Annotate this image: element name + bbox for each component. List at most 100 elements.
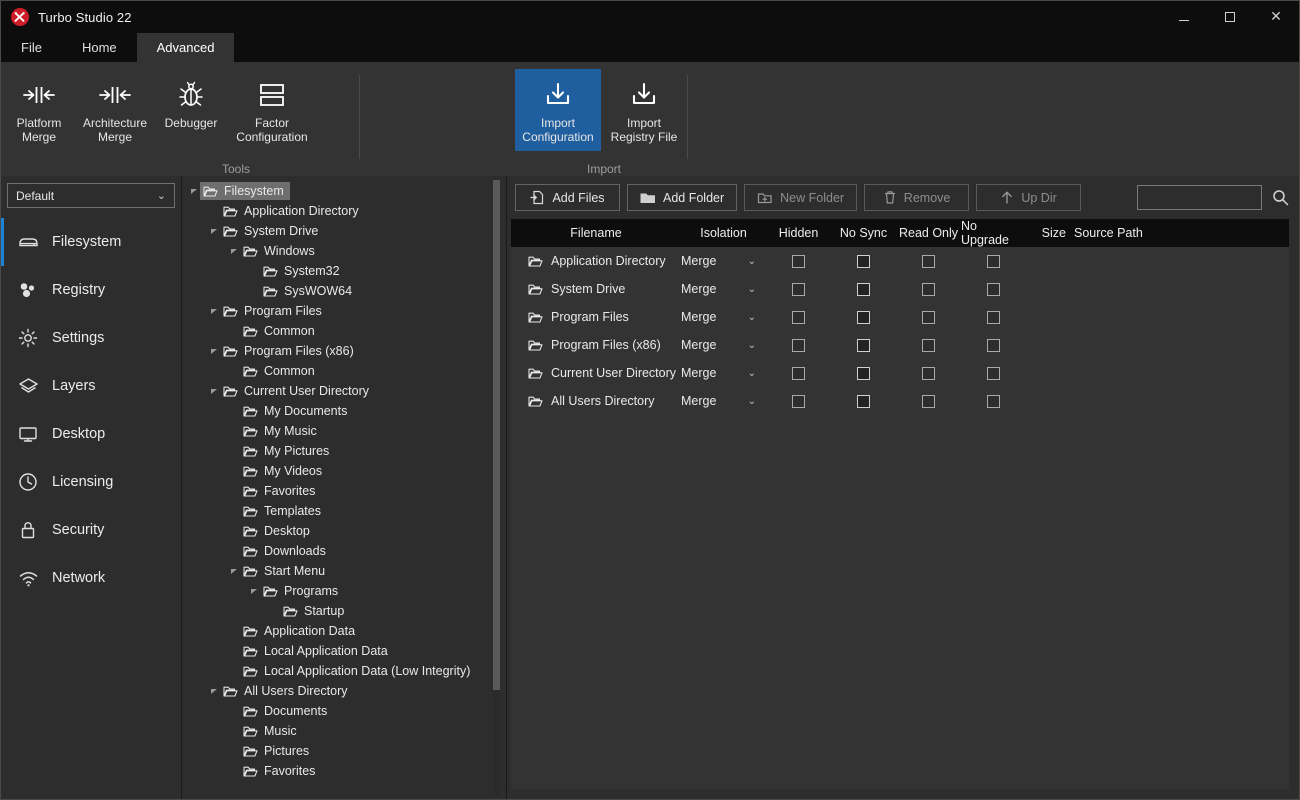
- tree-expander-icon[interactable]: [208, 687, 220, 695]
- checkbox-no-sync[interactable]: [857, 338, 870, 352]
- tree-node[interactable]: Documents: [182, 701, 506, 721]
- close-button[interactable]: ✕: [1253, 1, 1299, 33]
- search-icon[interactable]: [1272, 189, 1289, 206]
- sidebar-item-network[interactable]: Network: [1, 554, 181, 602]
- tree-node[interactable]: Local Application Data: [182, 641, 506, 661]
- column-header-filename[interactable]: Filename: [511, 226, 681, 240]
- tree-node[interactable]: My Music: [182, 421, 506, 441]
- column-header-size[interactable]: Size: [1026, 226, 1066, 240]
- minimize-button[interactable]: [1161, 1, 1207, 33]
- checkbox-no-sync[interactable]: [857, 282, 870, 296]
- column-header-read-only[interactable]: Read Only: [896, 226, 961, 240]
- sidebar-item-settings[interactable]: Settings: [1, 314, 181, 362]
- checkbox-no-upgrade[interactable]: [987, 254, 1000, 268]
- tree-expander-icon[interactable]: [248, 587, 260, 595]
- column-header-isolation[interactable]: Isolation: [681, 226, 766, 240]
- isolation-dropdown[interactable]: Merge ⌄: [681, 338, 766, 352]
- tree-node[interactable]: Application Directory: [182, 201, 506, 221]
- tree-expander-icon[interactable]: [228, 567, 240, 575]
- sidebar-item-desktop[interactable]: Desktop: [1, 410, 181, 458]
- ribbon-button-factor-configuration[interactable]: Factor Configuration: [229, 69, 315, 151]
- ribbon-button-debugger[interactable]: Debugger: [153, 69, 229, 151]
- tree-node[interactable]: Programs: [182, 581, 506, 601]
- tree-node[interactable]: Music: [182, 721, 506, 741]
- checkbox-read-only[interactable]: [922, 310, 935, 324]
- tree-node[interactable]: Common: [182, 361, 506, 381]
- remove-button[interactable]: Remove: [864, 184, 970, 211]
- checkbox-no-sync[interactable]: [857, 310, 870, 324]
- ribbon-button-platform-merge[interactable]: Platform Merge: [1, 69, 77, 151]
- checkbox-hidden[interactable]: [792, 366, 805, 380]
- profile-dropdown[interactable]: Default ⌄: [7, 183, 175, 208]
- ribbon-button-architecture-merge[interactable]: Architecture Merge: [77, 69, 153, 151]
- tree-node[interactable]: Current User Directory: [182, 381, 506, 401]
- tree-node[interactable]: My Videos: [182, 461, 506, 481]
- sidebar-item-registry[interactable]: Registry: [1, 266, 181, 314]
- search-box[interactable]: [1137, 185, 1262, 210]
- tab-home[interactable]: Home: [62, 33, 137, 62]
- table-row[interactable]: Application Directory Merge ⌄: [511, 247, 1289, 275]
- tree-node[interactable]: System Drive: [182, 221, 506, 241]
- checkbox-no-upgrade[interactable]: [987, 338, 1000, 352]
- table-row[interactable]: Program Files Merge ⌄: [511, 303, 1289, 331]
- maximize-button[interactable]: [1207, 1, 1253, 33]
- ribbon-button-import-registry-file[interactable]: Import Registry File: [601, 69, 687, 151]
- tree-node[interactable]: Templates: [182, 501, 506, 521]
- tree-node[interactable]: My Pictures: [182, 441, 506, 461]
- tree-expander-icon[interactable]: [208, 227, 220, 235]
- search-input[interactable]: [1138, 186, 1261, 209]
- sidebar-item-licensing[interactable]: Licensing: [1, 458, 181, 506]
- checkbox-hidden[interactable]: [792, 394, 805, 408]
- isolation-dropdown[interactable]: Merge ⌄: [681, 282, 766, 296]
- tree-node[interactable]: Windows: [182, 241, 506, 261]
- tree-node[interactable]: Common: [182, 321, 506, 341]
- tree-expander-icon[interactable]: [188, 187, 200, 195]
- column-header-source-path[interactable]: Source Path: [1066, 226, 1289, 240]
- tree-node[interactable]: Program Files: [182, 301, 506, 321]
- checkbox-no-sync[interactable]: [857, 394, 870, 408]
- checkbox-hidden[interactable]: [792, 254, 805, 268]
- sidebar-item-filesystem[interactable]: Filesystem: [1, 218, 181, 266]
- ribbon-button-import-configuration[interactable]: Import Configuration: [515, 69, 601, 151]
- checkbox-read-only[interactable]: [922, 254, 935, 268]
- tab-advanced[interactable]: Advanced: [136, 33, 235, 62]
- tree-scrollbar-thumb[interactable]: [493, 180, 500, 690]
- checkbox-read-only[interactable]: [922, 338, 935, 352]
- tree-node[interactable]: Program Files (x86): [182, 341, 506, 361]
- checkbox-no-upgrade[interactable]: [987, 282, 1000, 296]
- checkbox-no-sync[interactable]: [857, 254, 870, 268]
- tree-node[interactable]: Application Data: [182, 621, 506, 641]
- isolation-dropdown[interactable]: Merge ⌄: [681, 366, 766, 380]
- checkbox-read-only[interactable]: [922, 394, 935, 408]
- new-folder-button[interactable]: New Folder: [744, 184, 858, 211]
- tree-node[interactable]: System32: [182, 261, 506, 281]
- tree-node[interactable]: Favorites: [182, 481, 506, 501]
- tree-expander-icon[interactable]: [208, 347, 220, 355]
- isolation-dropdown[interactable]: Merge ⌄: [681, 394, 766, 408]
- column-header-no-sync[interactable]: No Sync: [831, 226, 896, 240]
- table-row[interactable]: System Drive Merge ⌄: [511, 275, 1289, 303]
- add-folder-button[interactable]: Add Folder: [627, 184, 738, 211]
- sidebar-item-security[interactable]: Security: [1, 506, 181, 554]
- column-header-hidden[interactable]: Hidden: [766, 226, 831, 240]
- checkbox-no-upgrade[interactable]: [987, 366, 1000, 380]
- tree-expander-icon[interactable]: [208, 387, 220, 395]
- table-row[interactable]: Current User Directory Merge ⌄: [511, 359, 1289, 387]
- isolation-dropdown[interactable]: Merge ⌄: [681, 254, 766, 268]
- tree-node[interactable]: All Users Directory: [182, 681, 506, 701]
- tree-node[interactable]: Downloads: [182, 541, 506, 561]
- up-dir-button[interactable]: Up Dir: [976, 184, 1082, 211]
- table-row[interactable]: All Users Directory Merge ⌄: [511, 387, 1289, 415]
- tree-expander-icon[interactable]: [208, 307, 220, 315]
- checkbox-no-upgrade[interactable]: [987, 394, 1000, 408]
- checkbox-no-upgrade[interactable]: [987, 310, 1000, 324]
- tree-node[interactable]: SysWOW64: [182, 281, 506, 301]
- checkbox-read-only[interactable]: [922, 366, 935, 380]
- checkbox-hidden[interactable]: [792, 310, 805, 324]
- tree-node[interactable]: Startup: [182, 601, 506, 621]
- checkbox-no-sync[interactable]: [857, 366, 870, 380]
- tree-node[interactable]: Pictures: [182, 741, 506, 761]
- tab-file[interactable]: File: [1, 33, 62, 62]
- sidebar-item-layers[interactable]: Layers: [1, 362, 181, 410]
- checkbox-hidden[interactable]: [792, 282, 805, 296]
